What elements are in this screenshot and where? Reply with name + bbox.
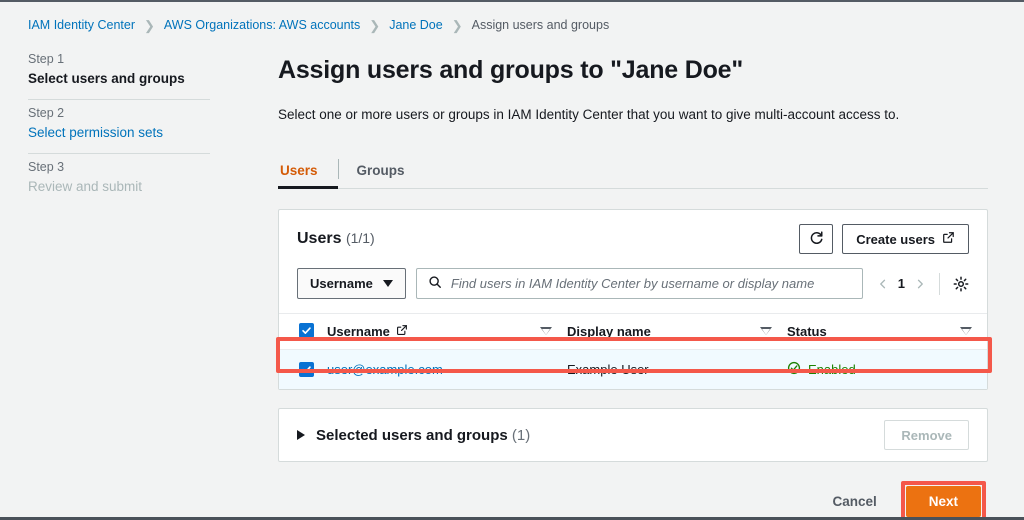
row-username-link[interactable]: user@example.com — [327, 362, 443, 377]
sidebar-step-3-label: Review and submit — [28, 179, 143, 194]
filter-property-select[interactable]: Username — [297, 268, 406, 299]
sort-display-name-icon[interactable] — [760, 326, 772, 335]
header-username-cell: Username — [327, 313, 567, 350]
row-select-cell — [279, 349, 327, 389]
users-table-body: user@example.com Example User Enabled — [279, 349, 987, 389]
wizard-footer-actions: Cancel Next — [278, 481, 988, 520]
selected-users-and-groups-panel: Selected users and groups (1) Remove — [278, 408, 988, 462]
breadcrumb-separator-icon: ❯ — [144, 17, 155, 33]
header-select-all-cell — [279, 313, 327, 350]
cancel-button[interactable]: Cancel — [822, 494, 886, 509]
breadcrumb-item-iam-identity-center[interactable]: IAM Identity Center — [28, 18, 135, 32]
search-icon — [428, 275, 442, 292]
users-table-head: Username Display name Status — [279, 313, 987, 350]
triangle-right-icon — [297, 430, 305, 440]
users-card-title-text: Users — [297, 230, 342, 247]
remove-button[interactable]: Remove — [884, 420, 969, 450]
table-row[interactable]: user@example.com Example User Enabled — [279, 349, 987, 389]
pagination-previous-button[interactable] — [877, 278, 889, 290]
table-header-row: Username Display name Status — [279, 313, 987, 350]
status-positive-icon — [787, 361, 801, 378]
gear-icon[interactable] — [953, 276, 969, 292]
sidebar-step-3: Step 3 Review and submit — [28, 154, 210, 207]
selected-section-count: (1) — [511, 426, 531, 444]
external-link-icon — [396, 324, 408, 339]
breadcrumb-item-current: Assign users and groups — [471, 18, 610, 32]
refresh-icon — [809, 230, 824, 248]
users-table-card: Users (1/1) Create users Username Find u… — [278, 209, 988, 390]
users-card-title: Users (1/1) — [297, 230, 375, 248]
sidebar-step-2-number: Step 2 — [28, 106, 65, 120]
users-card-count: (1/1) — [345, 230, 375, 246]
sidebar-step-2[interactable]: Step 2 Select permission sets — [28, 100, 210, 153]
chevron-down-icon — [382, 280, 393, 287]
header-username-label: Username — [327, 323, 390, 339]
breadcrumb-separator-icon: ❯ — [451, 17, 463, 33]
next-button-annotation: Next — [900, 481, 986, 520]
main-content: Assign users and groups to "Jane Doe" Se… — [278, 46, 988, 520]
header-display-name-label: Display name — [567, 323, 651, 339]
wizard-step-navigation: Step 1 Select users and groups Step 2 Se… — [28, 46, 210, 207]
sidebar-step-1-label: Select users and groups — [28, 71, 185, 86]
breadcrumb: IAM Identity Center ❯ AWS Organizations:… — [28, 18, 609, 32]
pagination-divider — [939, 272, 940, 295]
create-users-button[interactable]: Create users — [842, 224, 969, 254]
filter-property-value: Username — [310, 276, 373, 291]
tab-users-label: Users — [280, 162, 318, 178]
users-card-header: Users (1/1) Create users — [279, 210, 987, 264]
tab-users[interactable]: Users — [278, 152, 338, 189]
users-filter-row: Username 1 — [279, 264, 987, 313]
refresh-button[interactable] — [799, 224, 834, 254]
sidebar-step-1-number: Step 1 — [28, 52, 65, 66]
search-box[interactable] — [415, 268, 863, 299]
select-all-checkbox[interactable] — [299, 323, 314, 338]
users-card-actions: Create users — [799, 224, 969, 254]
sidebar-step-2-label[interactable]: Select permission sets — [28, 125, 210, 140]
table-pagination: 1 — [873, 272, 969, 295]
tab-groups-label: Groups — [356, 162, 405, 178]
page-title: Assign users and groups to "Jane Doe" — [278, 56, 744, 84]
breadcrumb-separator-icon: ❯ — [369, 17, 381, 33]
pagination-page-number[interactable]: 1 — [898, 276, 905, 291]
row-status-cell: Enabled — [787, 349, 987, 389]
breadcrumb-item-aws-organizations[interactable]: AWS Organizations: AWS accounts — [164, 18, 360, 32]
sidebar-step-1[interactable]: Step 1 Select users and groups — [28, 46, 210, 99]
header-status-cell: Status — [787, 313, 987, 350]
sort-status-icon[interactable] — [960, 326, 972, 335]
create-users-label: Create users — [856, 231, 935, 247]
header-status-label: Status — [787, 323, 827, 339]
selected-section-title: Selected users and groups — [316, 426, 508, 444]
header-display-name-cell: Display name — [567, 313, 787, 350]
breadcrumb-item-jane-doe[interactable]: Jane Doe — [389, 18, 443, 32]
users-table: Username Display name Status user@exampl… — [279, 313, 987, 389]
sort-username-icon[interactable] — [540, 326, 552, 335]
row-checkbox[interactable] — [299, 361, 314, 377]
search-input[interactable] — [450, 276, 851, 291]
tab-groups[interactable]: Groups — [339, 152, 423, 188]
pagination-next-button[interactable] — [914, 278, 926, 290]
external-link-icon — [942, 231, 955, 247]
window-top-rule — [0, 0, 1024, 2]
row-username-cell: user@example.com — [327, 349, 567, 389]
row-display-name-cell: Example User — [567, 349, 787, 389]
tab-bar: Users Groups — [278, 152, 988, 189]
selected-expand-toggle[interactable]: Selected users and groups (1) — [297, 427, 530, 444]
row-status-label: Enabled — [808, 362, 856, 377]
next-button[interactable]: Next — [905, 486, 981, 517]
page-description: Select one or more users or groups in IA… — [278, 107, 900, 122]
sidebar-step-3-number: Step 3 — [28, 160, 65, 174]
